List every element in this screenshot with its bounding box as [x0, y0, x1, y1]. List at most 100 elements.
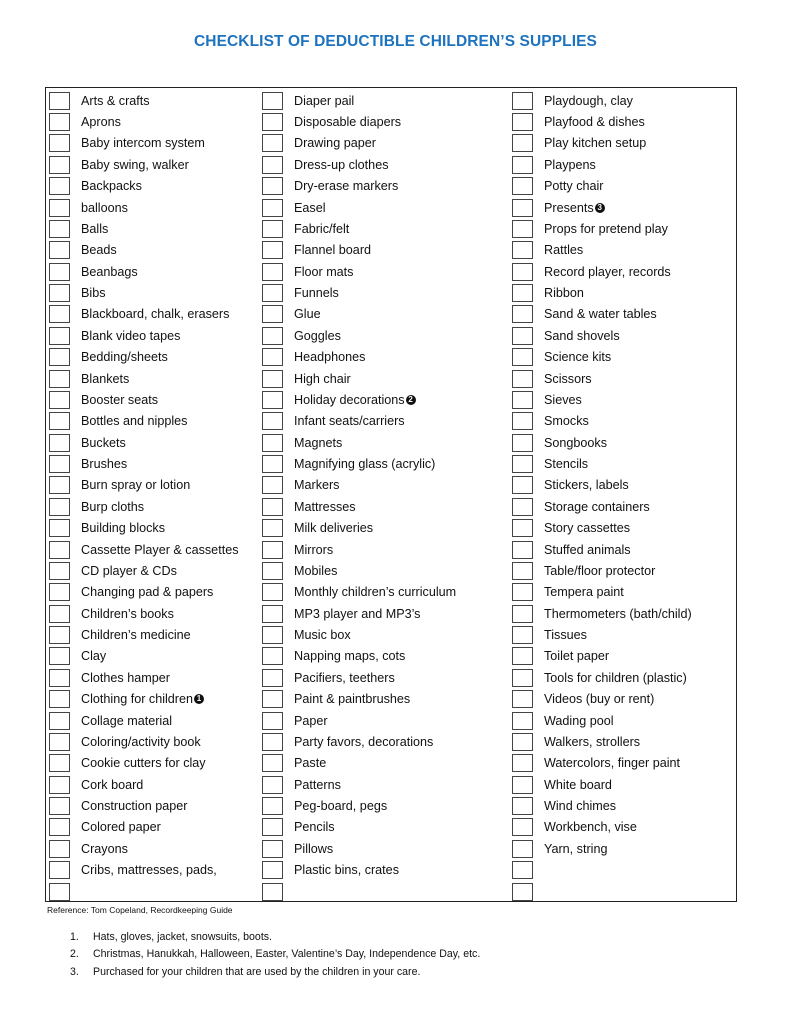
checkbox[interactable] [512, 476, 533, 495]
checkbox[interactable] [512, 284, 533, 303]
checkbox[interactable] [49, 113, 70, 132]
checkbox[interactable] [49, 540, 70, 559]
checkbox[interactable] [512, 861, 533, 880]
checkbox[interactable] [262, 177, 283, 196]
checkbox[interactable] [512, 540, 533, 559]
checkbox[interactable] [49, 754, 70, 773]
checkbox[interactable] [512, 626, 533, 645]
checkbox[interactable] [262, 219, 283, 238]
checkbox[interactable] [262, 561, 283, 580]
checkbox[interactable] [512, 134, 533, 153]
checkbox[interactable] [262, 433, 283, 452]
checkbox[interactable] [512, 219, 533, 238]
checkbox[interactable] [512, 91, 533, 110]
checkbox[interactable] [512, 818, 533, 837]
checkbox[interactable] [262, 647, 283, 666]
checkbox[interactable] [262, 326, 283, 345]
checkbox[interactable] [49, 818, 70, 837]
checkbox[interactable] [262, 198, 283, 217]
checkbox[interactable] [49, 497, 70, 516]
checkbox[interactable] [262, 797, 283, 816]
checkbox[interactable] [512, 497, 533, 516]
checkbox[interactable] [512, 241, 533, 260]
checkbox[interactable] [262, 305, 283, 324]
checkbox[interactable] [49, 284, 70, 303]
checkbox[interactable] [49, 412, 70, 431]
checkbox[interactable] [262, 775, 283, 794]
checkbox[interactable] [262, 284, 283, 303]
checkbox[interactable] [49, 433, 70, 452]
checkbox[interactable] [49, 711, 70, 730]
checkbox[interactable] [49, 690, 70, 709]
checkbox[interactable] [512, 775, 533, 794]
checkbox[interactable] [262, 839, 283, 858]
checkbox[interactable] [512, 369, 533, 388]
checkbox[interactable] [49, 561, 70, 580]
checkbox[interactable] [262, 476, 283, 495]
checkbox[interactable] [512, 732, 533, 751]
checkbox[interactable] [262, 113, 283, 132]
checkbox[interactable] [512, 262, 533, 281]
checkbox[interactable] [262, 583, 283, 602]
checkbox[interactable] [512, 412, 533, 431]
checkbox[interactable] [262, 668, 283, 687]
checkbox[interactable] [262, 390, 283, 409]
checkbox[interactable] [512, 690, 533, 709]
checkbox[interactable] [512, 177, 533, 196]
checkbox[interactable] [262, 455, 283, 474]
checkbox[interactable] [512, 668, 533, 687]
checkbox[interactable] [49, 219, 70, 238]
checkbox[interactable] [262, 155, 283, 174]
checkbox[interactable] [49, 626, 70, 645]
checkbox[interactable] [49, 155, 70, 174]
checkbox[interactable] [262, 861, 283, 880]
checkbox[interactable] [49, 91, 70, 110]
checkbox[interactable] [512, 839, 533, 858]
checkbox[interactable] [49, 732, 70, 751]
checkbox[interactable] [262, 412, 283, 431]
checkbox[interactable] [262, 91, 283, 110]
checkbox[interactable] [262, 262, 283, 281]
checkbox[interactable] [512, 155, 533, 174]
checkbox[interactable] [49, 882, 70, 901]
checkbox[interactable] [512, 390, 533, 409]
checkbox[interactable] [262, 134, 283, 153]
checkbox[interactable] [512, 455, 533, 474]
checkbox[interactable] [49, 241, 70, 260]
checkbox[interactable] [262, 754, 283, 773]
checkbox[interactable] [49, 519, 70, 538]
checkbox[interactable] [512, 882, 533, 901]
checkbox[interactable] [262, 519, 283, 538]
checkbox[interactable] [49, 198, 70, 217]
checkbox[interactable] [512, 583, 533, 602]
checkbox[interactable] [262, 711, 283, 730]
checkbox[interactable] [262, 882, 283, 901]
checkbox[interactable] [512, 754, 533, 773]
checkbox[interactable] [49, 305, 70, 324]
checkbox[interactable] [49, 390, 70, 409]
checkbox[interactable] [49, 262, 70, 281]
checkbox[interactable] [262, 241, 283, 260]
checkbox[interactable] [512, 711, 533, 730]
checkbox[interactable] [49, 348, 70, 367]
checkbox[interactable] [49, 369, 70, 388]
checkbox[interactable] [49, 177, 70, 196]
checkbox[interactable] [512, 797, 533, 816]
checkbox[interactable] [49, 797, 70, 816]
checkbox[interactable] [512, 198, 533, 217]
checkbox[interactable] [512, 604, 533, 623]
checkbox[interactable] [49, 839, 70, 858]
checkbox[interactable] [262, 732, 283, 751]
checkbox[interactable] [512, 561, 533, 580]
checkbox[interactable] [512, 305, 533, 324]
checkbox[interactable] [262, 818, 283, 837]
checkbox[interactable] [512, 326, 533, 345]
checkbox[interactable] [49, 134, 70, 153]
checkbox[interactable] [512, 433, 533, 452]
checkbox[interactable] [262, 604, 283, 623]
checkbox[interactable] [262, 690, 283, 709]
checkbox[interactable] [512, 519, 533, 538]
checkbox[interactable] [49, 604, 70, 623]
checkbox[interactable] [49, 861, 70, 880]
checkbox[interactable] [512, 113, 533, 132]
